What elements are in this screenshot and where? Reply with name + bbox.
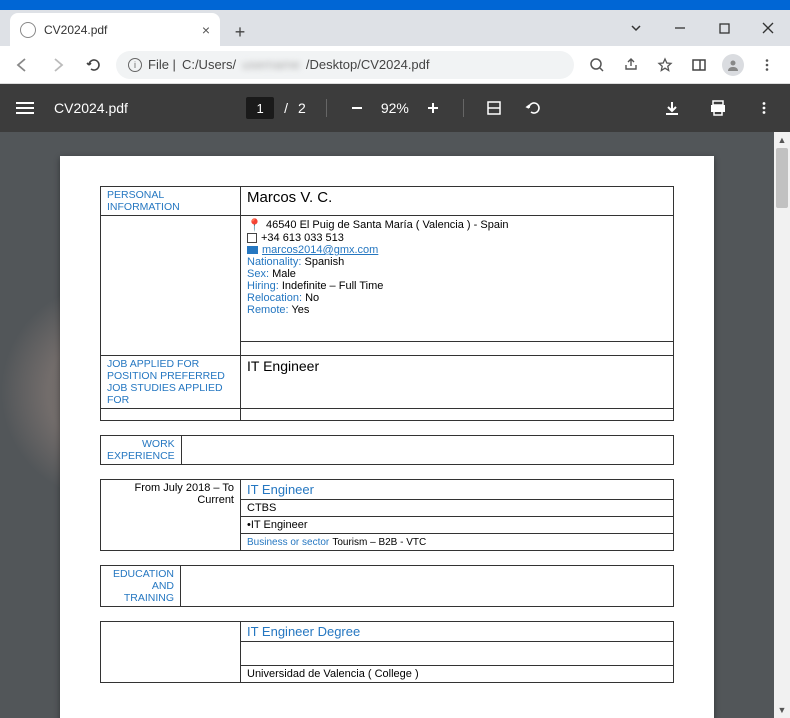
page-control: 1 / 2	[246, 97, 306, 119]
relocation-label: Relocation:	[247, 292, 302, 304]
bookmark-icon[interactable]	[650, 51, 680, 79]
profile-button[interactable]	[718, 51, 748, 79]
nationality-label: Nationality:	[247, 256, 301, 268]
page-separator: /	[284, 100, 288, 116]
pdf-filename: CV2024.pdf	[54, 100, 128, 116]
sex: Male	[272, 268, 296, 280]
window-controls	[614, 10, 790, 46]
divider	[326, 99, 327, 117]
contact-block: 📍 46540 El Puig de Santa María ( Valencia…	[241, 216, 674, 342]
degree: IT Engineer Degree	[241, 622, 674, 642]
relocation: No	[305, 292, 319, 304]
scrollbar[interactable]: ▲ ▼	[774, 132, 790, 718]
job-applied: IT Engineer	[241, 356, 674, 409]
mail-icon	[247, 246, 258, 254]
pdf-viewport[interactable]: PERSONAL INFORMATION Marcos V. C. 📍 46540…	[0, 132, 790, 718]
print-button[interactable]	[708, 98, 728, 118]
nationality: Spanish	[304, 256, 344, 268]
scroll-thumb[interactable]	[776, 148, 788, 208]
bizsector-label: Business or sector	[247, 537, 329, 548]
url-path-hidden: username	[242, 57, 300, 72]
minimize-button[interactable]	[658, 10, 702, 46]
zoom-in-button[interactable]	[423, 98, 443, 118]
avatar-icon	[722, 54, 744, 76]
share-icon[interactable]	[616, 51, 646, 79]
hiring: Indefinite – Full Time	[282, 280, 384, 292]
caret-down-icon[interactable]	[614, 10, 658, 46]
personal-info-table: PERSONAL INFORMATION Marcos V. C. 📍 46540…	[100, 186, 674, 421]
university: Universidad de Valencia ( College )	[241, 666, 674, 683]
email: marcos2014@gmx.com	[262, 244, 378, 256]
divider	[463, 99, 464, 117]
url-input[interactable]: i File | C:/Users/username/Desktop/CV202…	[116, 51, 574, 79]
bizsector: Tourism – B2B - VTC	[332, 537, 426, 548]
new-tab-button[interactable]: +	[226, 18, 254, 46]
tab-strip: CV2024.pdf × +	[0, 10, 790, 46]
section-label: PERSONAL INFORMATION	[101, 187, 241, 216]
work-role: •IT Engineer	[241, 517, 674, 534]
hiring-label: Hiring:	[247, 280, 279, 292]
job-applied-label: JOB APPLIED FOR POSITION PREFERRED JOB S…	[101, 356, 241, 409]
work-title: IT Engineer	[241, 480, 674, 500]
address-bar: i File | C:/Users/username/Desktop/CV202…	[0, 46, 790, 84]
sidepanel-icon[interactable]	[684, 51, 714, 79]
globe-icon	[20, 22, 36, 38]
zoom-out-button[interactable]	[347, 98, 367, 118]
scroll-down-icon[interactable]: ▼	[774, 702, 790, 718]
pdf-page: PERSONAL INFORMATION Marcos V. C. 📍 46540…	[60, 156, 714, 718]
page-current-input[interactable]: 1	[246, 97, 274, 119]
scroll-up-icon[interactable]: ▲	[774, 132, 790, 148]
work-date: From July 2018 – To Current	[101, 480, 241, 551]
forward-button[interactable]	[44, 51, 72, 79]
browser-tab[interactable]: CV2024.pdf ×	[10, 13, 220, 46]
menu-icon[interactable]	[752, 51, 782, 79]
phone: +34 613 033 513	[261, 232, 344, 244]
tab-title: CV2024.pdf	[44, 23, 107, 37]
search-icon[interactable]	[582, 51, 612, 79]
url-scheme: File |	[148, 57, 176, 72]
maximize-button[interactable]	[702, 10, 746, 46]
info-icon: i	[128, 58, 142, 72]
education-header: EDUCATION AND TRAINING	[100, 565, 674, 607]
back-button[interactable]	[8, 51, 36, 79]
education-entry: IT Engineer Degree Universidad de Valenc…	[100, 621, 674, 683]
phone-icon	[247, 233, 257, 243]
window-titlebar	[0, 0, 790, 10]
section-label: EDUCATION AND TRAINING	[101, 566, 181, 607]
section-label: WORK EXPERIENCE	[101, 436, 182, 465]
reload-button[interactable]	[80, 51, 108, 79]
location-icon: 📍	[247, 218, 262, 232]
close-window-button[interactable]	[746, 10, 790, 46]
fit-page-button[interactable]	[484, 98, 504, 118]
download-button[interactable]	[662, 98, 682, 118]
close-icon[interactable]: ×	[202, 22, 210, 38]
url-path-end: /Desktop/CV2024.pdf	[306, 57, 430, 72]
rotate-button[interactable]	[524, 98, 544, 118]
remote-label: Remote:	[247, 304, 289, 316]
work-exp-entry: From July 2018 – To Current IT Engineer …	[100, 479, 674, 551]
more-icon[interactable]	[754, 98, 774, 118]
sex-label: Sex:	[247, 268, 269, 280]
url-path-start: C:/Users/	[182, 57, 236, 72]
work-exp-header: WORK EXPERIENCE	[100, 435, 674, 465]
zoom-level: 92%	[381, 100, 409, 116]
menu-icon[interactable]	[16, 102, 34, 114]
pdf-toolbar: CV2024.pdf 1 / 2 92%	[0, 84, 790, 132]
person-name: Marcos V. C.	[241, 187, 674, 216]
work-company: CTBS	[241, 500, 674, 517]
remote: Yes	[291, 304, 309, 316]
page-total: 2	[298, 100, 306, 116]
address: 46540 El Puig de Santa María ( Valencia …	[266, 219, 509, 231]
